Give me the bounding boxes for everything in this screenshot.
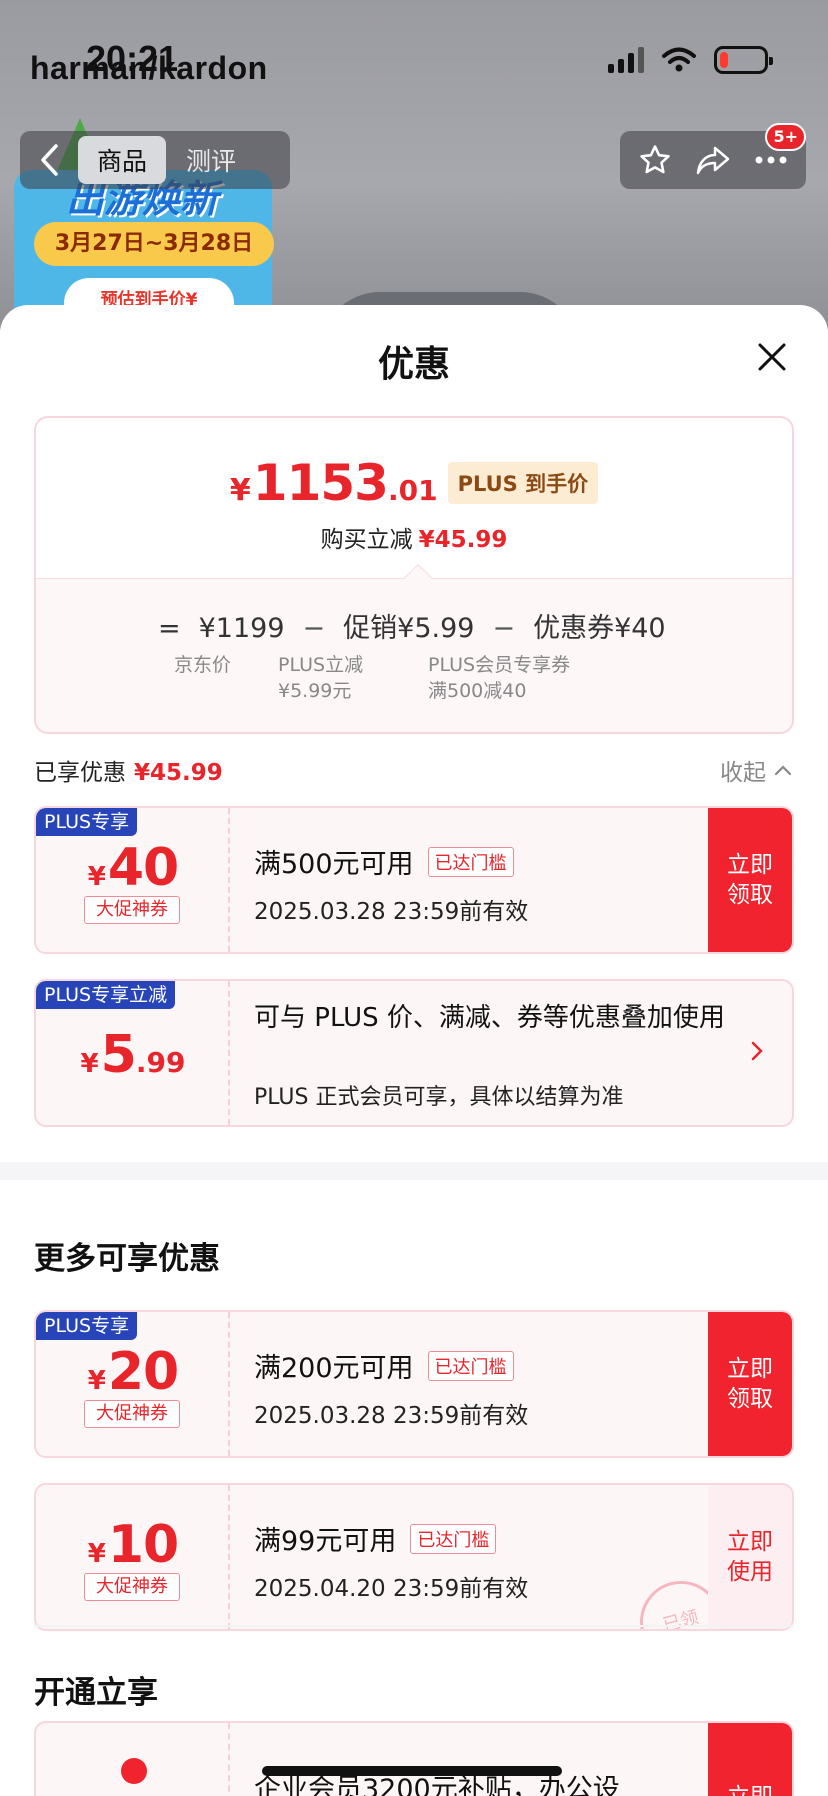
promo-date: 3月27日~3月28日 <box>34 222 274 266</box>
coupon-amount: 优惠券¥40 <box>533 613 666 644</box>
coupon-description: 可与 PLUS 价、满减、券等优惠叠加使用 <box>254 1003 725 1033</box>
claim-button[interactable]: 立即领取 <box>708 1312 792 1456</box>
top-nav-left: 商品 测评 <box>20 131 290 189</box>
coupon-condition: 满99元可用 已达门槛 <box>254 1519 497 1558</box>
share-icon <box>696 146 730 175</box>
enjoyed-discount: 已享优惠 ¥45.99 <box>34 760 223 786</box>
coupon-card: ¥ 10 大促神券 满99元可用 已达门槛 2025.04.20 23:59前有… <box>34 1483 794 1631</box>
coupon-type-tag: 大促神券 <box>84 896 180 924</box>
star-icon <box>640 145 670 174</box>
chevron-up-icon <box>774 765 792 776</box>
home-indicator[interactable] <box>262 1766 562 1776</box>
coupon-expiry: 2025.04.20 23:59前有效 <box>254 1576 529 1602</box>
price-formula: = ¥1199 − 促销¥5.99 − 优惠券¥40 <box>158 606 666 645</box>
tab-product[interactable]: 商品 <box>78 136 166 184</box>
discount-sheet: 优惠 ¥ 1153 .01 PLUS 到手价 购买立减 ¥45.99 = ¥119… <box>0 305 828 1796</box>
coupon-expiry: 2025.03.28 23:59前有效 <box>254 899 529 925</box>
status-time: 20:21 <box>86 38 179 79</box>
base-price-label: 京东价 <box>174 654 232 676</box>
tab-review[interactable]: 测评 <box>166 136 256 184</box>
base-price: ¥1199 <box>198 613 285 644</box>
price-summary-card: ¥ 1153 .01 PLUS 到手价 购买立减 ¥45.99 = ¥1199 −… <box>34 416 794 734</box>
membership-card: 企业会员3200元补贴，办公设 立即 <box>34 1721 794 1796</box>
open-membership-heading: 开通立享 <box>34 1675 158 1711</box>
product-page-background: harman/kardon 20:21 出游焕新 3月27日~3月28日 预估到… <box>0 0 828 330</box>
coupon-type-tag: 大促神券 <box>84 1573 180 1601</box>
final-price: ¥ 1153 .01 PLUS 到手价 <box>36 454 792 512</box>
coupon-card: ¥ 40 大促神券 PLUS专享 满500元可用 已达门槛 2025.03.28… <box>34 806 794 954</box>
plus-badge: PLUS专享立减 <box>36 981 176 1009</box>
coupon-label: PLUS会员专享券 满500减40 <box>428 654 571 702</box>
coupon-value: ¥ 20 <box>87 1342 179 1402</box>
coupon-value: ¥ 10 <box>87 1515 179 1575</box>
coupon-value: ¥ 5 .99 <box>80 1025 186 1085</box>
coupon-type-tag: 大促神券 <box>84 1400 180 1428</box>
plus-badge: PLUS专享 <box>36 1312 138 1340</box>
wifi-icon <box>662 47 696 72</box>
coupon-card[interactable]: ¥ 5 .99 PLUS专享立减 可与 PLUS 价、满减、券等优惠叠加使用 P… <box>34 979 794 1127</box>
more-icon <box>755 156 787 164</box>
open-button[interactable]: 立即 <box>708 1723 792 1796</box>
threshold-reached-tag: 已达门槛 <box>427 1350 514 1381</box>
back-button[interactable] <box>20 131 78 189</box>
coupon-card: ¥ 20 大促神券 PLUS专享 满200元可用 已达门槛 2025.03.28… <box>34 1310 794 1458</box>
promo-label: PLUS立减 ¥5.99元 <box>278 654 364 702</box>
chevron-right-icon <box>751 1041 763 1061</box>
threshold-reached-tag: 已达门槛 <box>410 1523 497 1554</box>
coupon-condition: 满500元可用 已达门槛 <box>254 842 514 881</box>
coupon-value: ¥ 40 <box>87 838 179 898</box>
top-nav-right: 5+ <box>620 123 806 189</box>
plus-price-tag: PLUS 到手价 <box>447 462 599 504</box>
promo-amount: 促销¥5.99 <box>343 613 475 644</box>
status-icons <box>608 46 773 74</box>
battery-icon <box>714 46 773 74</box>
user-icon <box>121 1758 147 1784</box>
sheet-title: 优惠 <box>377 344 450 385</box>
threshold-reached-tag: 已达门槛 <box>427 846 514 877</box>
plus-badge: PLUS专享 <box>36 808 138 836</box>
more-discounts-heading: 更多可享优惠 <box>34 1241 220 1277</box>
back-icon <box>41 144 58 176</box>
notification-badge: 5+ <box>765 123 806 151</box>
close-icon[interactable] <box>754 339 790 375</box>
claim-button[interactable]: 立即领取 <box>708 808 792 952</box>
use-button[interactable]: 立即使用 <box>708 1485 792 1629</box>
coupon-condition: 满200元可用 已达门槛 <box>254 1346 514 1385</box>
share-button[interactable] <box>688 135 738 185</box>
coupon-note: PLUS 正式会员可享，具体以结算为准 <box>254 1085 624 1110</box>
instant-discount: 购买立减 ¥45.99 <box>320 527 508 553</box>
collapse-button[interactable]: 收起 <box>720 753 792 787</box>
signal-icon <box>608 47 644 73</box>
favorite-button[interactable] <box>630 135 680 185</box>
coupon-expiry: 2025.03.28 23:59前有效 <box>254 1403 529 1429</box>
